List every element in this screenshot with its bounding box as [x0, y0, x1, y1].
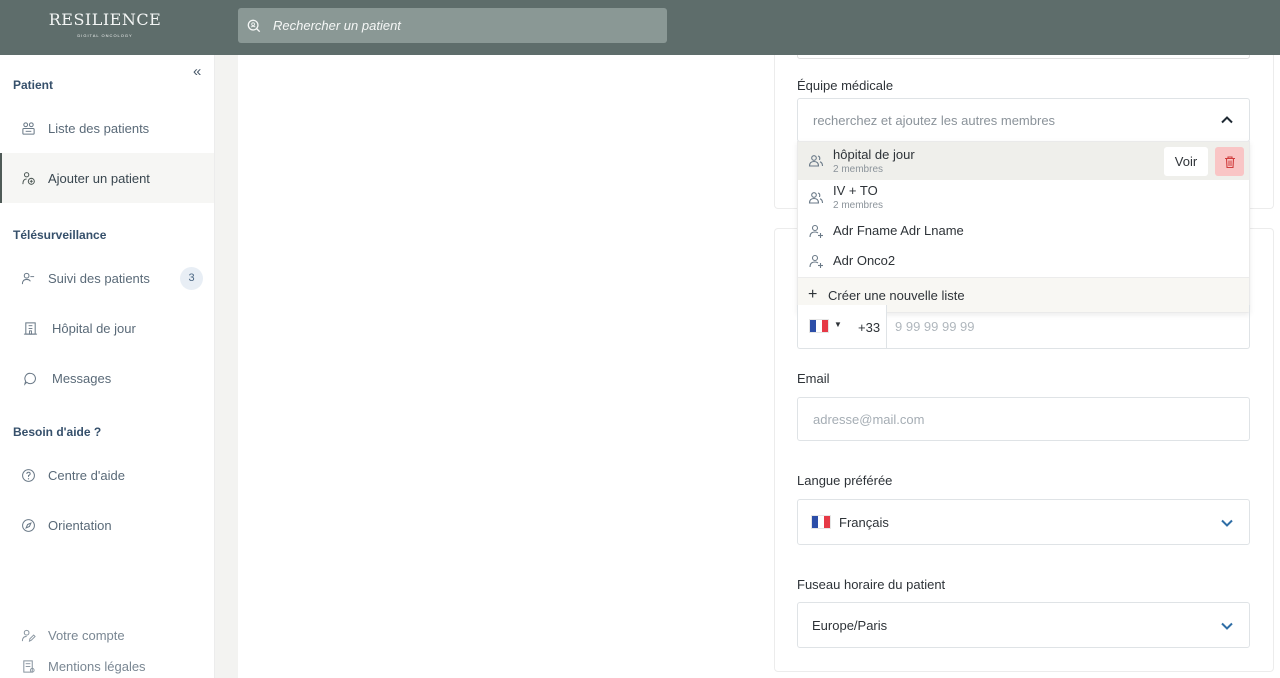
logo-sub-text: DIGITAL ONCOLOGY	[77, 33, 133, 38]
option-name: hôpital de jour	[833, 147, 915, 162]
sidebar-item-legal[interactable]: Mentions légales	[0, 653, 214, 678]
help-circle-icon	[20, 467, 36, 483]
section-title-patient: Patient	[13, 78, 54, 92]
user-edit-icon	[20, 627, 36, 643]
chevron-down-icon[interactable]	[1220, 516, 1234, 530]
sidebar-item-add-patient[interactable]: Ajouter un patient	[0, 153, 214, 203]
previous-field-edge	[797, 55, 1250, 59]
compass-icon	[20, 517, 36, 533]
option-members-count: 2 membres	[833, 164, 884, 175]
email-field[interactable]: adresse@mail.com	[797, 397, 1250, 441]
search-input[interactable]	[273, 18, 643, 33]
add-person-icon	[809, 254, 823, 268]
sidebar-item-account[interactable]: Votre compte	[0, 622, 214, 648]
notification-badge: 3	[180, 266, 203, 290]
trash-icon	[1224, 155, 1235, 168]
medical-team-label: Équipe médicale	[797, 78, 894, 93]
email-placeholder: adresse@mail.com	[813, 411, 925, 427]
sidebar-item-messages[interactable]: Messages	[0, 353, 214, 403]
france-flag-icon	[809, 319, 829, 333]
phone-country-code: +33	[858, 320, 881, 335]
sidebar-item-label: Mentions légales	[48, 658, 146, 674]
patients-list-icon	[20, 120, 36, 136]
sidebar-item-label: Orientation	[48, 517, 112, 533]
group-icon	[808, 155, 824, 167]
top-bar: RESILIENCE DIGITAL ONCOLOGY	[0, 0, 1280, 55]
logo-main-text: RESILIENCE	[48, 10, 162, 29]
sidebar-item-label: Messages	[52, 370, 112, 386]
add-person-icon	[809, 224, 823, 238]
phone-number-input[interactable]: 9 99 99 99 99	[886, 305, 1250, 349]
language-label: Langue préférée	[797, 473, 893, 488]
sidebar-item-label: Liste des patients	[48, 120, 150, 136]
medical-team-dropdown: hôpital de jour 2 membres Voir IV + TO 2…	[797, 141, 1250, 313]
caret-down-icon: ▼	[834, 320, 842, 329]
plus-icon: +	[808, 286, 818, 303]
medical-team-select[interactable]: recherchez et ajoutez les autres membres	[797, 98, 1250, 142]
sidebar-item-help-center[interactable]: Centre d'aide	[0, 450, 214, 500]
sidebar: « Patient Liste des patients Ajouter un …	[0, 55, 215, 678]
timezone-value: Europe/Paris	[812, 617, 888, 633]
section-title-help: Besoin d'aide ?	[13, 425, 102, 439]
building-icon	[22, 320, 38, 336]
user-follow-icon	[20, 270, 36, 286]
medical-team-placeholder: recherchez et ajoutez les autres membres	[813, 112, 1056, 128]
email-label: Email	[797, 371, 830, 386]
app-logo[interactable]: RESILIENCE DIGITAL ONCOLOGY	[40, 10, 170, 40]
add-patient-icon	[20, 170, 36, 186]
delete-list-button[interactable]	[1215, 147, 1244, 176]
sidebar-item-patients-list[interactable]: Liste des patients	[0, 103, 214, 153]
france-flag-icon	[811, 515, 831, 529]
option-name: Adr Onco2	[833, 253, 896, 268]
dropdown-option-person[interactable]: Adr Fname Adr Lname	[798, 216, 1249, 246]
language-value: Français	[839, 514, 889, 530]
phone-placeholder: 9 99 99 99 99	[895, 319, 975, 334]
sidebar-item-label: Centre d'aide	[48, 467, 125, 483]
phone-country-select[interactable]: ▼ +33	[797, 305, 886, 349]
chevron-up-icon[interactable]	[1220, 113, 1234, 127]
create-list-label: Créer une nouvelle liste	[828, 287, 965, 303]
sidebar-item-label: Hôpital de jour	[52, 320, 136, 336]
timezone-select[interactable]: Europe/Paris	[797, 602, 1250, 648]
dropdown-option-group[interactable]: hôpital de jour 2 membres Voir	[798, 142, 1249, 180]
sidebar-item-label: Suivi des patients	[48, 270, 150, 286]
legal-doc-icon	[20, 658, 36, 674]
sidebar-item-label: Ajouter un patient	[48, 170, 150, 186]
sidebar-item-day-hospital[interactable]: Hôpital de jour	[0, 303, 214, 353]
section-title-telesurveillance: Télésurveillance	[13, 228, 107, 242]
chevron-down-icon[interactable]	[1220, 619, 1234, 633]
language-select[interactable]: Français	[797, 499, 1250, 545]
option-name: Adr Fname Adr Lname	[833, 223, 964, 238]
patient-search[interactable]	[238, 8, 667, 43]
collapse-sidebar-icon[interactable]: «	[193, 63, 201, 80]
dropdown-option-person[interactable]: Adr Onco2	[798, 246, 1249, 276]
view-list-button[interactable]: Voir	[1164, 147, 1208, 176]
group-icon	[808, 192, 824, 204]
timezone-label: Fuseau horaire du patient	[797, 577, 946, 592]
sidebar-item-patient-follow[interactable]: Suivi des patients 3	[0, 253, 214, 303]
sidebar-texture-strip	[215, 55, 238, 678]
search-icon	[247, 19, 261, 32]
chat-bubble-icon	[22, 370, 38, 386]
dropdown-option-group[interactable]: IV + TO 2 membres	[798, 180, 1249, 216]
sidebar-item-orientation[interactable]: Orientation	[0, 500, 214, 550]
option-name: IV + TO	[833, 183, 878, 198]
option-members-count: 2 membres	[833, 200, 884, 211]
sidebar-item-label: Votre compte	[48, 627, 125, 643]
